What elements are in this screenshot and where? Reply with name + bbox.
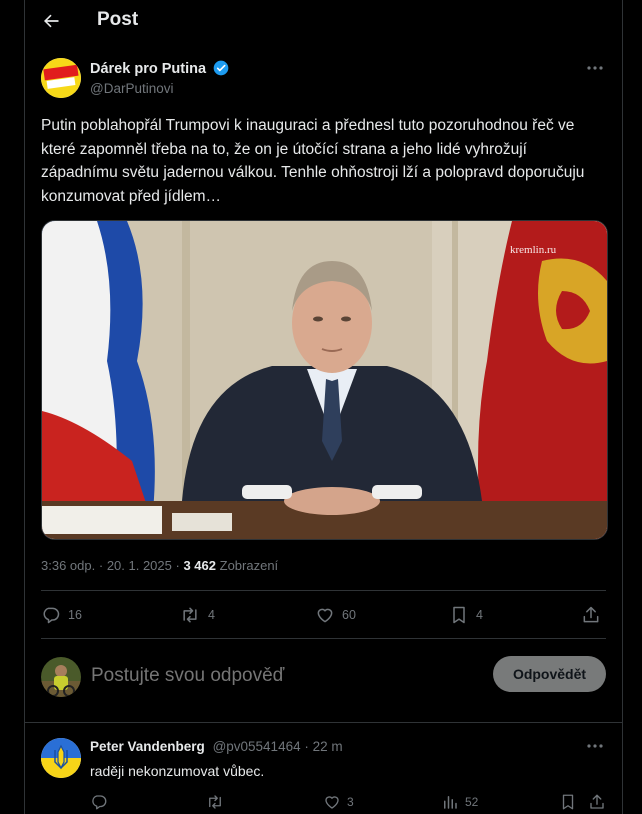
reply-avatar[interactable] — [41, 738, 81, 778]
author-name[interactable]: Dárek pro Putina — [90, 60, 229, 80]
user-avatar[interactable] — [41, 657, 81, 697]
share-icon — [583, 606, 599, 623]
reply-like-count: 3 — [347, 795, 354, 809]
repost-count: 4 — [208, 608, 215, 622]
views-label: Zobrazení — [219, 558, 279, 573]
reply-like-button[interactable]: 3 — [323, 792, 354, 812]
share-action-button[interactable] — [581, 602, 601, 628]
reply-dot: · — [304, 739, 309, 754]
author-name-text[interactable]: Dárek pro Putina — [90, 61, 206, 77]
video-watermark: kremlin.ru — [510, 244, 557, 256]
reply-text: raději nekonzumovat vůbec. — [90, 763, 265, 779]
reply-more-options-button[interactable] — [584, 738, 606, 754]
more-dots-icon — [587, 744, 603, 748]
post-time[interactable]: 3:36 odp. — [41, 558, 95, 573]
page-title: Post — [97, 9, 139, 30]
video-frame-image — [42, 221, 607, 539]
post-video[interactable]: kremlin.ru — [41, 220, 608, 540]
reply-bookmark-button[interactable] — [559, 792, 577, 812]
more-dots-icon — [587, 66, 603, 70]
reply-header: Peter Vandenberg @pv05541464 · 22 m — [90, 739, 343, 754]
post-actions: 16 4 60 4 — [41, 600, 606, 630]
meta-dot-2: · — [175, 558, 180, 573]
post-column: Post Dárek pro Putina @DarPutinovi Putin… — [24, 0, 623, 814]
reply-reply-button[interactable] — [90, 792, 108, 812]
reply-author-name[interactable]: Peter Vandenberg — [90, 739, 205, 754]
repost-action-button[interactable]: 4 — [179, 602, 215, 628]
reply-share-button[interactable] — [588, 792, 606, 812]
reply-input[interactable] — [91, 665, 471, 687]
views-count: 3 462 — [183, 558, 217, 573]
bookmark-icon — [453, 606, 465, 624]
like-count: 60 — [342, 608, 356, 622]
reply-time[interactable]: 22 m — [313, 739, 343, 754]
reply-icon — [43, 607, 60, 624]
user-avatar-image — [41, 657, 81, 697]
reply-icon — [92, 795, 107, 810]
bookmark-icon — [562, 794, 574, 810]
reply-actions: 3 52 — [90, 792, 606, 812]
post-text: Putin poblahopřál Trumpovi k inauguraci … — [41, 117, 585, 205]
reply-views-count: 52 — [465, 795, 479, 809]
share-icon — [590, 794, 604, 809]
meta-dot: · — [98, 558, 104, 573]
heart-icon — [317, 608, 333, 623]
post-meta: 3:36 odp. · 20. 1. 2025 · 3 462 Zobrazen… — [41, 558, 278, 573]
reply-repost-button[interactable] — [205, 792, 225, 812]
ukraine-avatar-image — [41, 738, 81, 778]
reply-submit-button[interactable]: Odpovědět — [493, 656, 606, 692]
post-header: Post — [25, 0, 622, 42]
more-options-button[interactable] — [584, 60, 606, 76]
reply-author-handle[interactable]: @pv05541464 — [213, 739, 301, 754]
post-author: Dárek pro Putina @DarPutinovi — [41, 56, 606, 100]
arrow-left-icon — [44, 14, 59, 28]
reply-item[interactable]: Peter Vandenberg @pv05541464 · 22 m radě… — [41, 736, 606, 814]
avatar-logo-image — [41, 58, 81, 98]
bookmark-action-button[interactable]: 4 — [449, 602, 483, 628]
like-action-button[interactable]: 60 — [315, 602, 356, 628]
heart-icon — [325, 796, 339, 809]
divider — [41, 638, 606, 639]
author-avatar[interactable] — [41, 58, 81, 98]
bookmark-count: 4 — [476, 608, 483, 622]
reply-composer: Odpovědět — [41, 655, 606, 699]
reply-count: 16 — [68, 608, 82, 622]
repost-icon — [183, 607, 197, 623]
author-handle[interactable]: @DarPutinovi — [90, 81, 174, 96]
post-date[interactable]: 20. 1. 2025 — [107, 558, 172, 573]
reply-action-button[interactable]: 16 — [41, 602, 82, 628]
verified-badge-icon — [213, 60, 229, 80]
repost-icon — [209, 795, 221, 809]
divider — [25, 722, 622, 723]
reply-views-button[interactable]: 52 — [441, 792, 478, 812]
back-button[interactable] — [37, 7, 65, 35]
divider — [41, 590, 606, 591]
views-bar-chart-icon — [444, 796, 457, 809]
